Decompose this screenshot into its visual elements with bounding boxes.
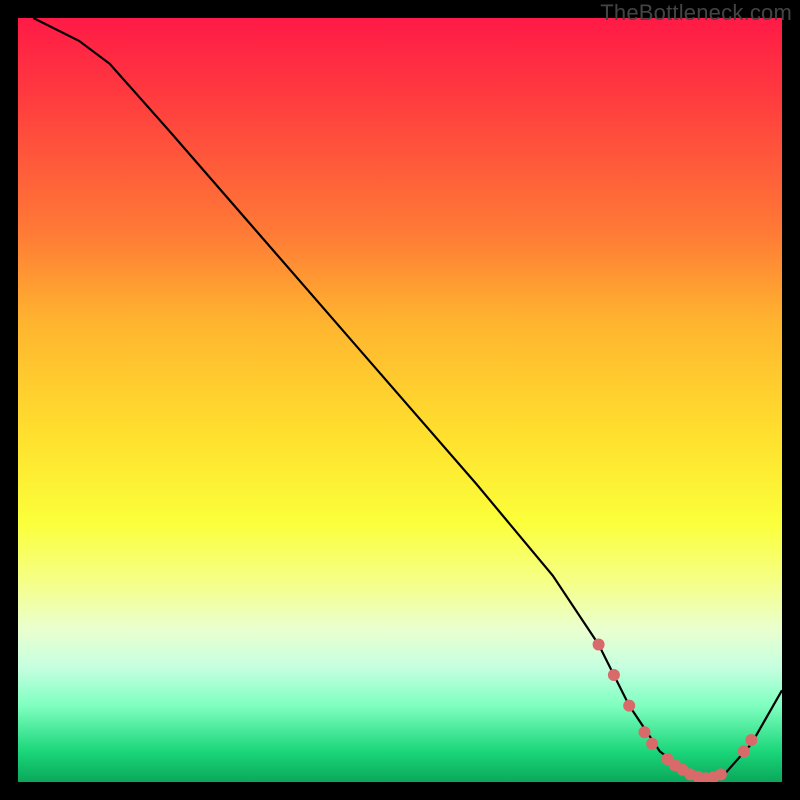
- marker-dot: [646, 738, 658, 750]
- marker-dot: [593, 639, 605, 651]
- marker-dot: [738, 745, 750, 757]
- watermark-text: TheBottleneck.com: [600, 0, 792, 26]
- bottleneck-curve: [33, 18, 782, 778]
- marker-dot: [745, 734, 757, 746]
- chart-area: [18, 18, 782, 782]
- chart-svg: [18, 18, 782, 782]
- marker-dot: [608, 669, 620, 681]
- marker-dot: [623, 700, 635, 712]
- marker-group: [593, 639, 758, 783]
- marker-dot: [639, 726, 651, 738]
- marker-dot: [715, 768, 727, 780]
